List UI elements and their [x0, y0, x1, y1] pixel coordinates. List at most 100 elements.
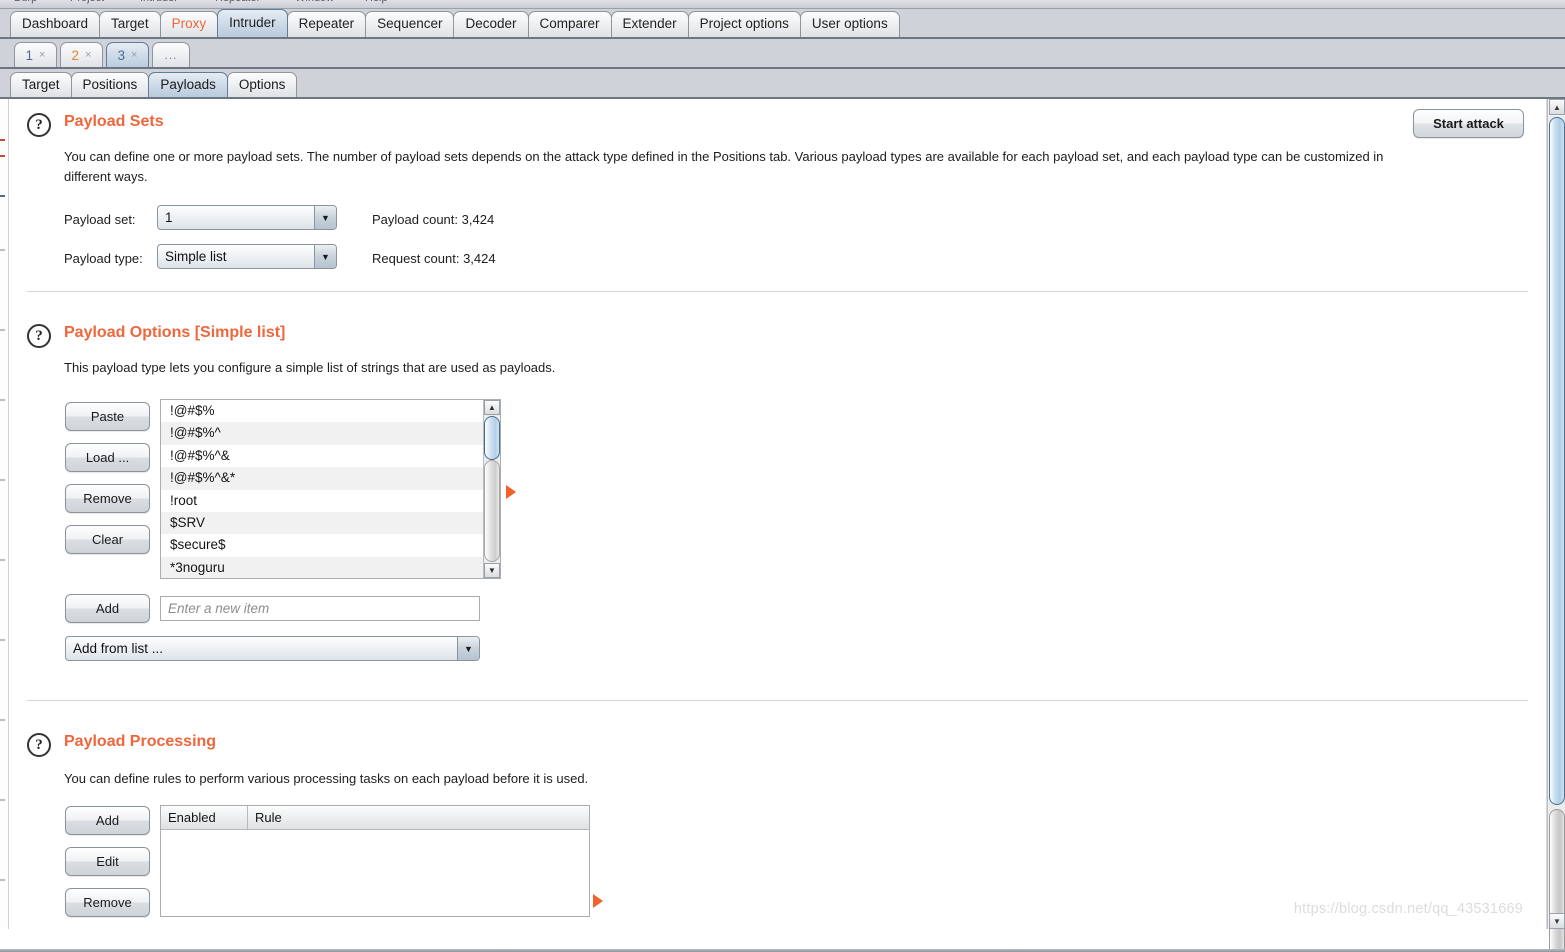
page-scrollbar[interactable]: ▲ ▼ [1547, 99, 1565, 929]
scroll-down-icon[interactable]: ▼ [1549, 913, 1565, 929]
tab-intruder[interactable]: Intruder [217, 9, 288, 37]
payload-options-description: This payload type lets you configure a s… [64, 358, 1264, 378]
chevron-down-icon[interactable]: ▼ [314, 206, 336, 229]
payload-processing-title: Payload Processing [64, 733, 216, 751]
payload-processing-description: You can define rules to perform various … [64, 769, 1264, 789]
scroll-up-icon[interactable]: ▲ [1549, 99, 1565, 115]
expander-triangle-icon[interactable] [506, 485, 516, 499]
payload-set-label: Payload set: [64, 212, 136, 227]
chevron-down-icon[interactable]: ▼ [314, 245, 336, 268]
scrollbar-rail[interactable] [484, 460, 500, 562]
request-count-value: 3,424 [463, 251, 496, 266]
divider [27, 700, 1528, 701]
chevron-down-icon[interactable]: ▼ [457, 637, 479, 660]
help-icon[interactable]: ? [27, 733, 51, 757]
tab-dashboard[interactable]: Dashboard [10, 11, 100, 37]
menu-item-window[interactable]: Window [295, 0, 334, 4]
scrollbar-rail[interactable] [1549, 809, 1565, 952]
watermark-text: https://blog.csdn.net/qq_43531669 [1294, 901, 1523, 917]
help-icon[interactable]: ? [27, 324, 51, 348]
list-item[interactable]: !@#$% [161, 400, 483, 422]
payload-sets-description: You can define one or more payload sets.… [64, 147, 1399, 187]
tab-proxy[interactable]: Proxy [160, 11, 219, 37]
new-item-placeholder: Enter a new item [168, 601, 269, 616]
attack-tab-2[interactable]: 2 × [60, 42, 103, 67]
payload-set-select[interactable]: 1 ▼ [157, 205, 337, 230]
clear-button[interactable]: Clear [65, 525, 150, 554]
payload-set-value: 1 [165, 210, 173, 225]
expander-triangle-icon[interactable] [593, 894, 603, 908]
divider [27, 291, 1528, 292]
load-button[interactable]: Load ... [65, 443, 150, 472]
request-count-label: Request count: 3,424 [372, 251, 496, 266]
attack-tab-1[interactable]: 1 × [14, 42, 57, 67]
add-from-list-select[interactable]: Add from list ... ▼ [65, 636, 480, 661]
attack-tab-bar: 1 × 2 × 3 × ... [0, 39, 1565, 69]
scroll-up-icon[interactable]: ▲ [484, 400, 500, 415]
menu-item-repeater[interactable]: Repeater [215, 0, 260, 4]
list-item[interactable]: $secure$ [161, 534, 483, 556]
list-item[interactable]: !root [161, 490, 483, 512]
menu-item-project[interactable]: Project [70, 0, 104, 4]
tab-decoder[interactable]: Decoder [453, 11, 528, 37]
tab-positions[interactable]: Positions [71, 72, 150, 97]
attack-tab-1-number: 1 [26, 48, 34, 63]
add-payload-button[interactable]: Add [65, 594, 150, 623]
menu-item-help[interactable]: Help [365, 0, 388, 4]
scrollbar-thumb[interactable] [1549, 117, 1565, 805]
tab-target-sub[interactable]: Target [10, 72, 72, 97]
payload-type-select[interactable]: Simple list ▼ [157, 244, 337, 269]
column-header-enabled[interactable]: Enabled [161, 806, 248, 830]
paste-button[interactable]: Paste [65, 402, 150, 431]
payload-type-label: Payload type: [64, 251, 143, 266]
payload-sets-title: Payload Sets [64, 113, 164, 131]
left-gutter [0, 99, 9, 929]
remove-rule-button[interactable]: Remove [65, 888, 150, 917]
payload-list-rows: !@#$% !@#$%^ !@#$%^& !@#$%^&* !root $SRV… [161, 400, 483, 578]
attack-tab-3-number: 3 [118, 48, 126, 63]
edit-rule-button[interactable]: Edit [65, 847, 150, 876]
table-header-row: Enabled Rule [161, 806, 589, 830]
list-item[interactable]: !@#$%^ [161, 422, 483, 444]
tab-target[interactable]: Target [99, 11, 161, 37]
attack-tab-2-number: 2 [72, 48, 80, 63]
burp-suite-window: Burp Project Intruder Repeater Window He… [0, 0, 1565, 952]
attack-tab-overflow[interactable]: ... [152, 42, 190, 67]
close-icon[interactable]: × [85, 49, 91, 61]
list-item[interactable]: !@#$%^&* [161, 467, 483, 489]
payloads-content: ? Payload Sets You can define one or mor… [9, 99, 1547, 929]
payload-processing-table[interactable]: Enabled Rule [160, 805, 590, 917]
tab-options[interactable]: Options [227, 72, 298, 97]
new-item-input[interactable]: Enter a new item [160, 596, 480, 621]
attack-tab-3[interactable]: 3 × [106, 42, 149, 67]
tab-comparer[interactable]: Comparer [528, 11, 612, 37]
payload-count-value: 3,424 [462, 212, 495, 227]
tab-user-options[interactable]: User options [800, 11, 900, 37]
close-icon[interactable]: × [131, 49, 137, 61]
menu-item-burp[interactable]: Burp [14, 0, 37, 4]
scrollbar-thumb[interactable] [484, 416, 500, 460]
tab-payloads[interactable]: Payloads [148, 72, 228, 97]
payload-list[interactable]: !@#$% !@#$%^ !@#$%^& !@#$%^&* !root $SRV… [160, 399, 501, 579]
tab-sequencer[interactable]: Sequencer [365, 11, 454, 37]
tab-project-options[interactable]: Project options [688, 11, 801, 37]
menu-item-intruder[interactable]: Intruder [140, 0, 178, 4]
payload-count-label: Payload count: 3,424 [372, 212, 494, 227]
main-tab-bar: Dashboard Target Proxy Intruder Repeater… [0, 9, 1565, 39]
scroll-down-icon[interactable]: ▼ [484, 563, 500, 578]
tab-extender[interactable]: Extender [611, 11, 689, 37]
list-item[interactable]: $SRV [161, 512, 483, 534]
list-item[interactable]: *3noguru [161, 557, 483, 579]
help-icon[interactable]: ? [27, 113, 51, 137]
start-attack-button[interactable]: Start attack [1413, 109, 1524, 138]
close-icon[interactable]: × [39, 49, 45, 61]
remove-button[interactable]: Remove [65, 484, 150, 513]
menu-bar: Burp Project Intruder Repeater Window He… [0, 0, 1565, 9]
payload-list-scrollbar[interactable]: ▲ ▼ [483, 400, 500, 578]
column-header-rule[interactable]: Rule [248, 806, 589, 830]
list-item[interactable]: !@#$%^& [161, 445, 483, 467]
add-from-list-value: Add from list ... [73, 641, 163, 656]
tab-repeater[interactable]: Repeater [287, 11, 367, 37]
add-rule-button[interactable]: Add [65, 806, 150, 835]
intruder-sub-tab-bar: Target Positions Payloads Options [0, 69, 1565, 99]
